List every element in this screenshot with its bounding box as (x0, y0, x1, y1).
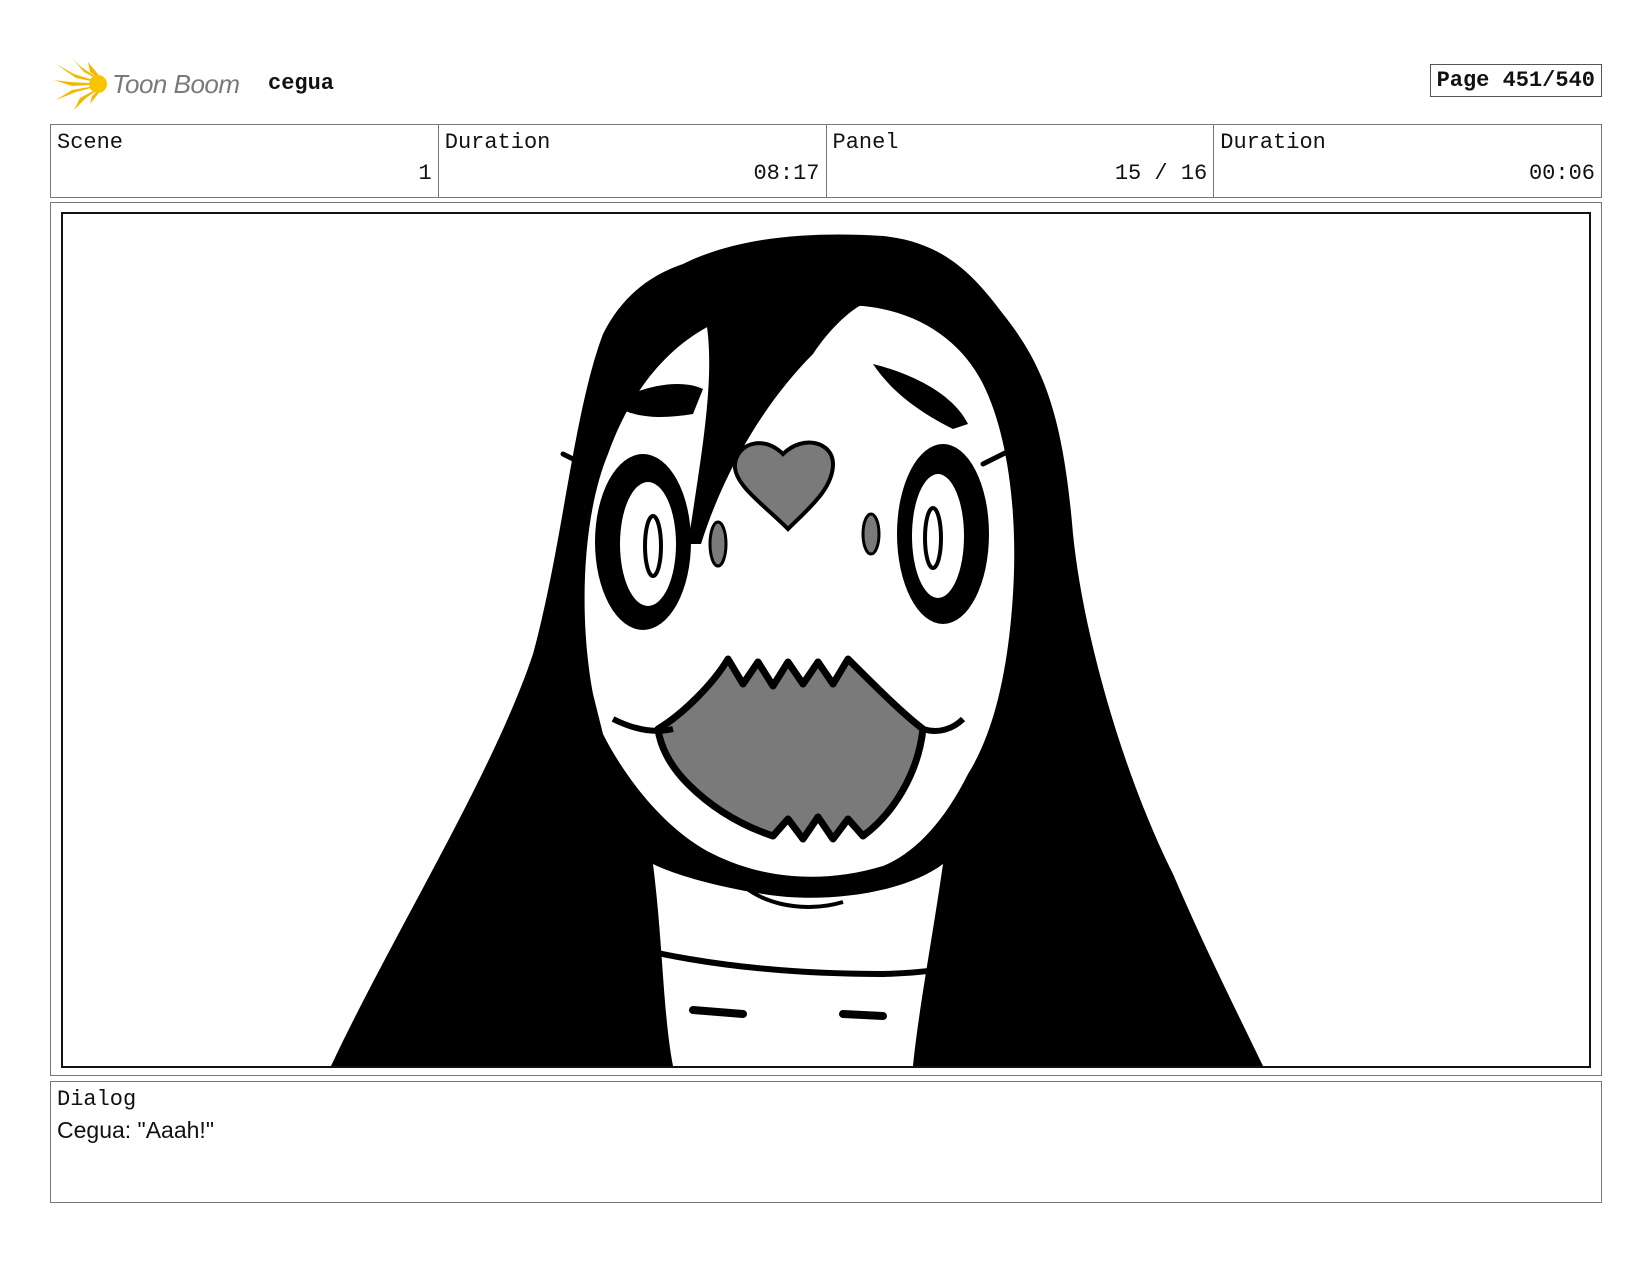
collar-dash-2 (689, 1006, 747, 1018)
sweat-drop-left (708, 520, 728, 568)
panel-info-row: Scene 1 Duration 08:17 Panel 15 / 16 Dur… (50, 124, 1602, 198)
toon-boom-logo: Toon Boom (54, 58, 250, 110)
dialog-section: Dialog Cegua: "Aaah!" (50, 1081, 1602, 1203)
logo-text: Toon Boom (112, 69, 240, 99)
panel-label: Panel (832, 130, 899, 155)
panel-frame (50, 202, 1602, 1076)
dialog-text: Cegua: "Aaah!" (57, 1117, 214, 1143)
dialog-label: Dialog (57, 1087, 137, 1112)
panel-duration-cell: Duration 00:06 (1214, 125, 1601, 197)
panel-duration-value: 00:06 (1528, 161, 1595, 186)
project-name: cegua (268, 71, 335, 96)
scene-duration-cell: Duration 08:17 (439, 125, 827, 197)
scene-label: Scene (57, 130, 124, 155)
panel-drawing-area (61, 212, 1591, 1068)
panel-cell: Panel 15 / 16 (827, 125, 1215, 197)
panel-duration-label: Duration (1220, 130, 1326, 155)
scene-value: 1 (418, 161, 432, 186)
collar-dash-3 (839, 1010, 887, 1020)
panel-value: 15 / 16 (1114, 161, 1208, 186)
left-eye-white (620, 482, 676, 606)
scene-duration-label: Duration (444, 130, 551, 155)
scene-cell: Scene 1 (51, 125, 439, 197)
right-eye-white (912, 474, 964, 598)
scene-duration-value: 08:17 (753, 161, 820, 186)
character-drawing (331, 234, 1263, 1066)
storyboard-header: Toon Boom cegua Page 451/540 (50, 58, 1602, 110)
page-number: Page 451/540 (1429, 64, 1602, 97)
sweat-drop-right (861, 512, 881, 556)
starburst-icon (54, 58, 107, 110)
